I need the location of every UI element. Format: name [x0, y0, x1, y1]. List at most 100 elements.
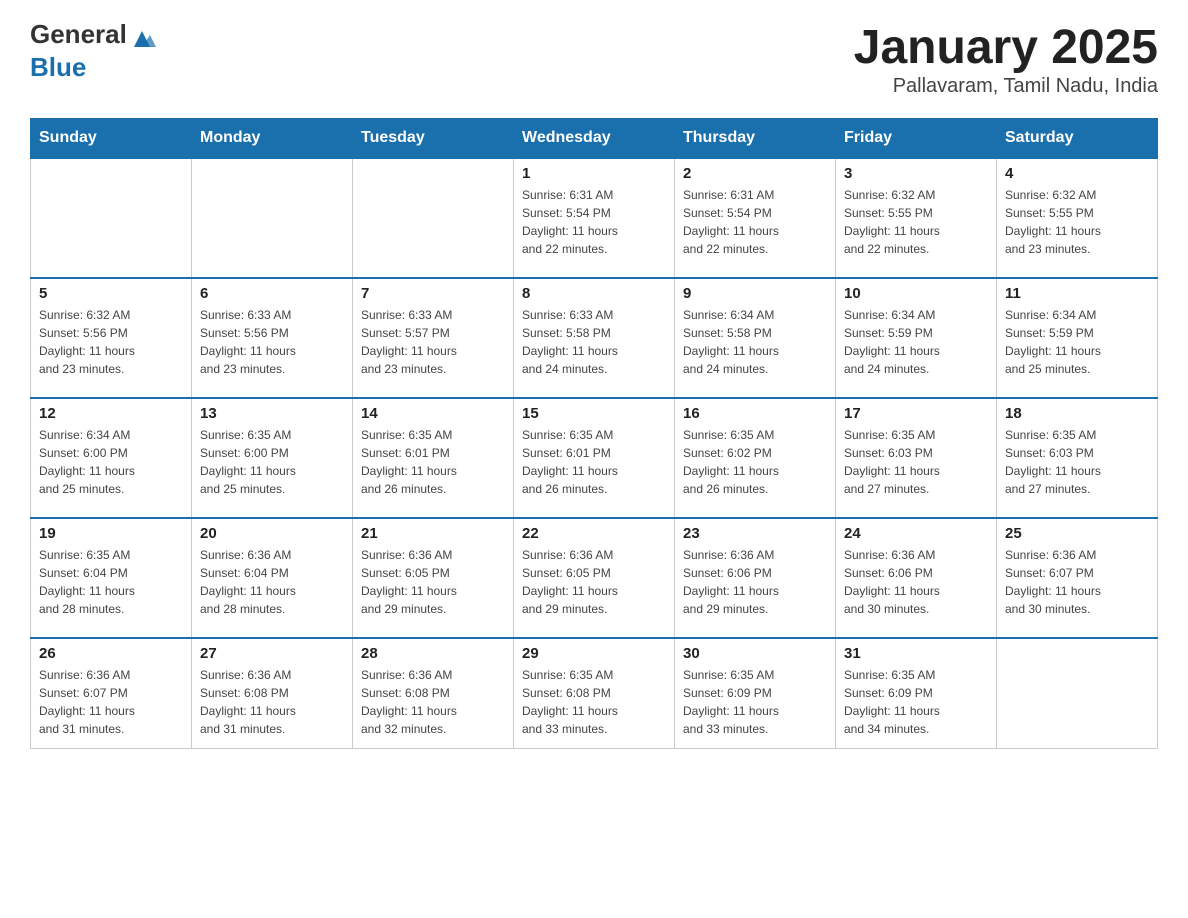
calendar-cell: 3Sunrise: 6:32 AM Sunset: 5:55 PM Daylig… [836, 158, 997, 278]
day-info: Sunrise: 6:35 AM Sunset: 6:09 PM Dayligh… [683, 666, 827, 738]
logo-text: General Blue [30, 20, 157, 81]
day-number: 1 [522, 165, 666, 182]
calendar-cell: 4 Sunrise: 6:32 AM Sunset: 5:55 PM Daylig… [997, 158, 1158, 278]
day-info: Sunrise: 6:36 AM Sunset: 6:07 PM Dayligh… [1005, 546, 1149, 618]
day-number: 18 [1005, 405, 1149, 422]
day-info: Sunrise: 6:33 AM Sunset: 5:57 PM Dayligh… [361, 306, 505, 378]
calendar-cell: 27Sunrise: 6:36 AM Sunset: 6:08 PM Dayli… [192, 638, 353, 748]
calendar-cell [31, 158, 192, 278]
day-number: 11 [1005, 285, 1149, 302]
day-number: 17 [844, 405, 988, 422]
logo-icon [128, 25, 156, 53]
calendar-subtitle: Pallavaram, Tamil Nadu, India [854, 75, 1158, 98]
day-info: Sunrise: 6:36 AM Sunset: 6:08 PM Dayligh… [361, 666, 505, 738]
calendar-cell: 28 Sunrise: 6:36 AM Sunset: 6:08 PM Dayli… [353, 638, 514, 748]
header-cell-sunday: Sunday [31, 119, 192, 159]
day-info: Sunrise: 6:33 AM Sunset: 5:56 PM Dayligh… [200, 306, 344, 378]
day-info: Sunrise: 6:35 AM Sunset: 6:03 PM Dayligh… [844, 426, 988, 498]
calendar-cell: 22 Sunrise: 6:36 AM Sunset: 6:05 PM Dayli… [514, 518, 675, 638]
day-info: Sunrise: 6:33 AM Sunset: 5:58 PM Dayligh… [522, 306, 666, 378]
day-number: 16 [683, 405, 827, 422]
calendar-cell: 6 Sunrise: 6:33 AM Sunset: 5:56 PM Daylig… [192, 278, 353, 398]
day-info: Sunrise: 6:34 AM Sunset: 6:00 PM Dayligh… [39, 426, 183, 498]
header-cell-tuesday: Tuesday [353, 119, 514, 159]
calendar-cell: 10Sunrise: 6:34 AM Sunset: 5:59 PM Dayli… [836, 278, 997, 398]
day-number: 28 [361, 645, 505, 662]
day-number: 9 [683, 285, 827, 302]
calendar-row-2: 5Sunrise: 6:32 AM Sunset: 5:56 PM Daylig… [31, 278, 1158, 398]
day-number: 23 [683, 525, 827, 542]
day-info: Sunrise: 6:35 AM Sunset: 6:04 PM Dayligh… [39, 546, 183, 618]
day-number: 15 [522, 405, 666, 422]
header-cell-saturday: Saturday [997, 119, 1158, 159]
calendar-cell: 1 Sunrise: 6:31 AM Sunset: 5:54 PM Daylig… [514, 158, 675, 278]
calendar-cell: 9 Sunrise: 6:34 AM Sunset: 5:58 PM Daylig… [675, 278, 836, 398]
day-info: Sunrise: 6:35 AM Sunset: 6:01 PM Dayligh… [522, 426, 666, 498]
day-info: Sunrise: 6:31 AM Sunset: 5:54 PM Dayligh… [522, 186, 666, 258]
calendar-cell: 2 Sunrise: 6:31 AM Sunset: 5:54 PM Daylig… [675, 158, 836, 278]
day-number: 22 [522, 525, 666, 542]
calendar-cell: 7 Sunrise: 6:33 AM Sunset: 5:57 PM Daylig… [353, 278, 514, 398]
calendar-cell: 11 Sunrise: 6:34 AM Sunset: 5:59 PM Dayli… [997, 278, 1158, 398]
page-header: General Blue January 2025 Pallavaram, Ta… [30, 20, 1158, 98]
calendar-row-1: 1 Sunrise: 6:31 AM Sunset: 5:54 PM Daylig… [31, 158, 1158, 278]
day-number: 13 [200, 405, 344, 422]
day-number: 31 [844, 645, 988, 662]
calendar-body: 1 Sunrise: 6:31 AM Sunset: 5:54 PM Daylig… [31, 158, 1158, 748]
day-info: Sunrise: 6:34 AM Sunset: 5:58 PM Dayligh… [683, 306, 827, 378]
day-number: 20 [200, 525, 344, 542]
day-info: Sunrise: 6:34 AM Sunset: 5:59 PM Dayligh… [844, 306, 988, 378]
calendar-cell: 15 Sunrise: 6:35 AM Sunset: 6:01 PM Dayli… [514, 398, 675, 518]
day-info: Sunrise: 6:36 AM Sunset: 6:08 PM Dayligh… [200, 666, 344, 738]
calendar-row-3: 12 Sunrise: 6:34 AM Sunset: 6:00 PM Dayli… [31, 398, 1158, 518]
day-info: Sunrise: 6:35 AM Sunset: 6:01 PM Dayligh… [361, 426, 505, 498]
calendar-cell: 23 Sunrise: 6:36 AM Sunset: 6:06 PM Dayli… [675, 518, 836, 638]
day-info: Sunrise: 6:35 AM Sunset: 6:09 PM Dayligh… [844, 666, 988, 738]
day-info: Sunrise: 6:36 AM Sunset: 6:04 PM Dayligh… [200, 546, 344, 618]
day-number: 30 [683, 645, 827, 662]
day-info: Sunrise: 6:36 AM Sunset: 6:06 PM Dayligh… [683, 546, 827, 618]
day-number: 12 [39, 405, 183, 422]
day-number: 21 [361, 525, 505, 542]
calendar-cell: 21 Sunrise: 6:36 AM Sunset: 6:05 PM Dayli… [353, 518, 514, 638]
header-cell-friday: Friday [836, 119, 997, 159]
calendar-cell: 29Sunrise: 6:35 AM Sunset: 6:08 PM Dayli… [514, 638, 675, 748]
calendar-header: SundayMondayTuesdayWednesdayThursdayFrid… [31, 119, 1158, 159]
header-cell-wednesday: Wednesday [514, 119, 675, 159]
day-number: 6 [200, 285, 344, 302]
day-info: Sunrise: 6:36 AM Sunset: 6:05 PM Dayligh… [522, 546, 666, 618]
calendar-cell: 8Sunrise: 6:33 AM Sunset: 5:58 PM Daylig… [514, 278, 675, 398]
day-number: 25 [1005, 525, 1149, 542]
calendar-cell [353, 158, 514, 278]
day-number: 4 [1005, 165, 1149, 182]
header-cell-monday: Monday [192, 119, 353, 159]
day-info: Sunrise: 6:36 AM Sunset: 6:06 PM Dayligh… [844, 546, 988, 618]
logo: General Blue [30, 20, 157, 81]
calendar-cell: 31 Sunrise: 6:35 AM Sunset: 6:09 PM Dayli… [836, 638, 997, 748]
calendar-title: January 2025 [854, 20, 1158, 75]
day-number: 19 [39, 525, 183, 542]
calendar-cell [997, 638, 1158, 748]
calendar-cell: 19 Sunrise: 6:35 AM Sunset: 6:04 PM Dayli… [31, 518, 192, 638]
calendar-cell: 25 Sunrise: 6:36 AM Sunset: 6:07 PM Dayli… [997, 518, 1158, 638]
day-info: Sunrise: 6:32 AM Sunset: 5:56 PM Dayligh… [39, 306, 183, 378]
day-number: 2 [683, 165, 827, 182]
calendar-cell: 24Sunrise: 6:36 AM Sunset: 6:06 PM Dayli… [836, 518, 997, 638]
day-info: Sunrise: 6:32 AM Sunset: 5:55 PM Dayligh… [1005, 186, 1149, 258]
day-info: Sunrise: 6:34 AM Sunset: 5:59 PM Dayligh… [1005, 306, 1149, 378]
day-info: Sunrise: 6:32 AM Sunset: 5:55 PM Dayligh… [844, 186, 988, 258]
calendar-cell [192, 158, 353, 278]
day-info: Sunrise: 6:31 AM Sunset: 5:54 PM Dayligh… [683, 186, 827, 258]
day-info: Sunrise: 6:36 AM Sunset: 6:05 PM Dayligh… [361, 546, 505, 618]
header-cell-thursday: Thursday [675, 119, 836, 159]
calendar-cell: 16 Sunrise: 6:35 AM Sunset: 6:02 PM Dayli… [675, 398, 836, 518]
day-info: Sunrise: 6:35 AM Sunset: 6:08 PM Dayligh… [522, 666, 666, 738]
day-number: 7 [361, 285, 505, 302]
calendar-cell: 26Sunrise: 6:36 AM Sunset: 6:07 PM Dayli… [31, 638, 192, 748]
calendar-row-4: 19 Sunrise: 6:35 AM Sunset: 6:04 PM Dayli… [31, 518, 1158, 638]
day-info: Sunrise: 6:36 AM Sunset: 6:07 PM Dayligh… [39, 666, 183, 738]
day-info: Sunrise: 6:35 AM Sunset: 6:02 PM Dayligh… [683, 426, 827, 498]
calendar-cell: 5Sunrise: 6:32 AM Sunset: 5:56 PM Daylig… [31, 278, 192, 398]
calendar-cell: 14Sunrise: 6:35 AM Sunset: 6:01 PM Dayli… [353, 398, 514, 518]
title-block: January 2025 Pallavaram, Tamil Nadu, Ind… [854, 20, 1158, 98]
